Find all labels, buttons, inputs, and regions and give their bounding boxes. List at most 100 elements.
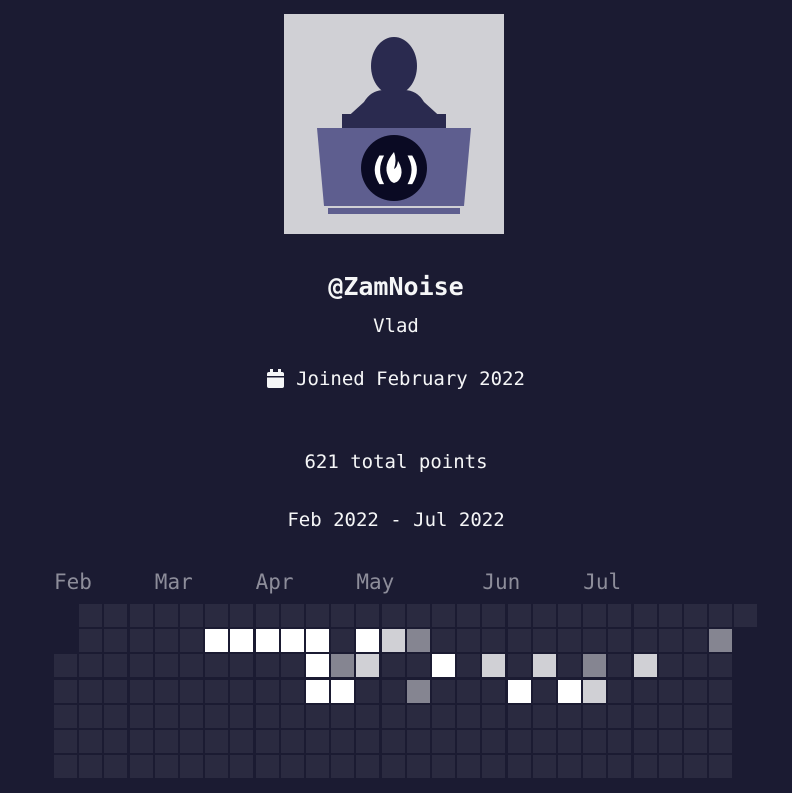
heatmap-day-cell[interactable] bbox=[54, 730, 77, 753]
heatmap-day-cell[interactable] bbox=[633, 755, 657, 779]
heatmap-day-cell[interactable] bbox=[104, 604, 128, 627]
heatmap-day-cell[interactable] bbox=[658, 629, 682, 653]
heatmap-day-cell[interactable] bbox=[205, 604, 229, 627]
heatmap-day-cell[interactable] bbox=[180, 654, 203, 678]
heatmap-day-cell[interactable] bbox=[432, 604, 455, 627]
heatmap-day-cell[interactable] bbox=[532, 654, 556, 678]
heatmap-day-cell[interactable] bbox=[129, 679, 153, 703]
heatmap-day-cell[interactable] bbox=[356, 704, 380, 728]
heatmap-day-cell[interactable] bbox=[684, 755, 707, 779]
heatmap-day-cell[interactable] bbox=[180, 755, 203, 779]
heatmap-day-cell[interactable] bbox=[180, 730, 203, 753]
heatmap-day-cell[interactable] bbox=[280, 654, 304, 678]
heatmap-day-cell[interactable] bbox=[129, 730, 153, 753]
heatmap-day-cell[interactable] bbox=[406, 755, 430, 779]
heatmap-day-cell[interactable] bbox=[633, 730, 657, 753]
heatmap-day-cell[interactable] bbox=[633, 704, 657, 728]
heatmap-day-cell[interactable] bbox=[306, 604, 329, 627]
heatmap-day-cell[interactable] bbox=[280, 679, 304, 703]
heatmap-day-cell[interactable] bbox=[432, 755, 455, 779]
heatmap-day-cell[interactable] bbox=[180, 629, 203, 653]
heatmap-day-cell[interactable] bbox=[280, 629, 304, 653]
heatmap-day-cell[interactable] bbox=[633, 629, 657, 653]
heatmap-day-cell[interactable] bbox=[180, 679, 203, 703]
heatmap-day-cell[interactable] bbox=[558, 679, 581, 703]
heatmap-day-cell[interactable] bbox=[432, 704, 455, 728]
heatmap-day-cell[interactable] bbox=[709, 629, 733, 653]
heatmap-day-cell[interactable] bbox=[205, 679, 229, 703]
heatmap-day-cell[interactable] bbox=[684, 654, 707, 678]
heatmap-day-cell[interactable] bbox=[104, 730, 128, 753]
heatmap-day-cell[interactable] bbox=[684, 730, 707, 753]
heatmap-day-cell[interactable] bbox=[658, 704, 682, 728]
heatmap-day-cell[interactable] bbox=[255, 679, 279, 703]
heatmap-day-cell[interactable] bbox=[457, 679, 481, 703]
heatmap-day-cell[interactable] bbox=[482, 629, 506, 653]
heatmap-day-cell[interactable] bbox=[583, 755, 607, 779]
heatmap-day-cell[interactable] bbox=[558, 654, 581, 678]
heatmap-day-cell[interactable] bbox=[54, 704, 77, 728]
heatmap-day-cell[interactable] bbox=[482, 730, 506, 753]
heatmap-day-cell[interactable] bbox=[583, 679, 607, 703]
heatmap-day-cell[interactable] bbox=[79, 730, 103, 753]
heatmap-day-cell[interactable] bbox=[154, 755, 178, 779]
heatmap-day-cell[interactable] bbox=[583, 604, 607, 627]
heatmap-day-cell[interactable] bbox=[79, 679, 103, 703]
heatmap-day-cell[interactable] bbox=[381, 604, 405, 627]
heatmap-day-cell[interactable] bbox=[709, 704, 733, 728]
heatmap-day-cell[interactable] bbox=[406, 730, 430, 753]
heatmap-day-cell[interactable] bbox=[205, 654, 229, 678]
heatmap-day-cell[interactable] bbox=[356, 730, 380, 753]
heatmap-day-cell[interactable] bbox=[356, 755, 380, 779]
heatmap-day-cell[interactable] bbox=[684, 679, 707, 703]
heatmap-day-cell[interactable] bbox=[482, 654, 506, 678]
heatmap-day-cell[interactable] bbox=[230, 629, 254, 653]
heatmap-day-cell[interactable] bbox=[633, 679, 657, 703]
heatmap-day-cell[interactable] bbox=[331, 654, 355, 678]
heatmap-day-cell[interactable] bbox=[432, 629, 455, 653]
heatmap-day-cell[interactable] bbox=[457, 704, 481, 728]
heatmap-day-cell[interactable] bbox=[734, 604, 758, 627]
heatmap-day-cell[interactable] bbox=[306, 704, 329, 728]
heatmap-day-cell[interactable] bbox=[406, 654, 430, 678]
heatmap-day-cell[interactable] bbox=[54, 654, 77, 678]
heatmap-day-cell[interactable] bbox=[406, 704, 430, 728]
heatmap-day-cell[interactable] bbox=[532, 629, 556, 653]
heatmap-day-cell[interactable] bbox=[306, 755, 329, 779]
heatmap-day-cell[interactable] bbox=[154, 679, 178, 703]
heatmap-day-cell[interactable] bbox=[558, 704, 581, 728]
heatmap-day-cell[interactable] bbox=[608, 679, 632, 703]
heatmap-day-cell[interactable] bbox=[583, 730, 607, 753]
heatmap-day-cell[interactable] bbox=[356, 654, 380, 678]
heatmap-day-cell[interactable] bbox=[79, 755, 103, 779]
heatmap-day-cell[interactable] bbox=[406, 604, 430, 627]
heatmap-day-cell[interactable] bbox=[507, 654, 531, 678]
heatmap-day-cell[interactable] bbox=[306, 679, 329, 703]
heatmap-day-cell[interactable] bbox=[709, 730, 733, 753]
heatmap-day-cell[interactable] bbox=[658, 679, 682, 703]
heatmap-day-cell[interactable] bbox=[104, 629, 128, 653]
heatmap-day-cell[interactable] bbox=[306, 730, 329, 753]
heatmap-day-cell[interactable] bbox=[54, 755, 77, 779]
heatmap-day-cell[interactable] bbox=[381, 679, 405, 703]
heatmap-day-cell[interactable] bbox=[154, 730, 178, 753]
heatmap-day-cell[interactable] bbox=[532, 704, 556, 728]
heatmap-day-cell[interactable] bbox=[381, 704, 405, 728]
heatmap-day-cell[interactable] bbox=[432, 679, 455, 703]
heatmap-day-cell[interactable] bbox=[79, 604, 103, 627]
heatmap-day-cell[interactable] bbox=[658, 604, 682, 627]
heatmap-day-cell[interactable] bbox=[306, 629, 329, 653]
heatmap-day-cell[interactable] bbox=[356, 679, 380, 703]
heatmap-day-cell[interactable] bbox=[180, 604, 203, 627]
heatmap-day-cell[interactable] bbox=[129, 604, 153, 627]
heatmap-day-cell[interactable] bbox=[658, 730, 682, 753]
heatmap-day-cell[interactable] bbox=[255, 629, 279, 653]
heatmap-day-cell[interactable] bbox=[507, 629, 531, 653]
heatmap-day-cell[interactable] bbox=[306, 654, 329, 678]
heatmap-day-cell[interactable] bbox=[583, 704, 607, 728]
heatmap-day-cell[interactable] bbox=[356, 604, 380, 627]
heatmap-day-cell[interactable] bbox=[230, 604, 254, 627]
heatmap-day-cell[interactable] bbox=[331, 629, 355, 653]
heatmap-day-cell[interactable] bbox=[356, 629, 380, 653]
heatmap-day-cell[interactable] bbox=[255, 730, 279, 753]
